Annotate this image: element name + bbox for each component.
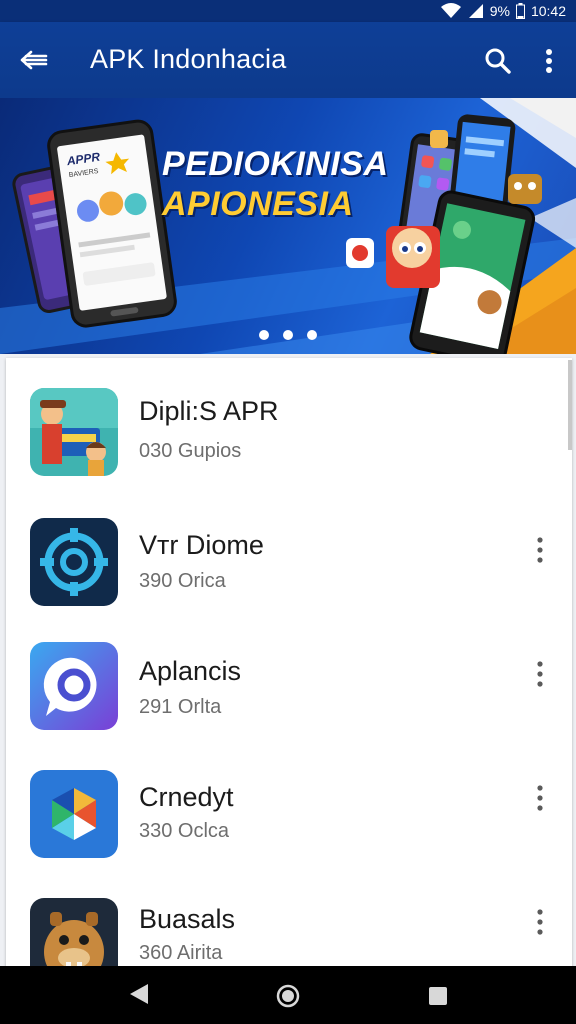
- pinwheel-icon: [30, 770, 118, 858]
- home-circle-icon[interactable]: [276, 984, 300, 1008]
- page-dot[interactable]: [307, 330, 317, 340]
- chat-bubble-icon: [30, 642, 118, 730]
- gear-target-icon: [30, 518, 118, 606]
- app-subtitle: 360 Airita: [139, 942, 223, 964]
- walrus-character-icon: [30, 898, 118, 970]
- system-nav-bar: [0, 966, 576, 1024]
- app-name: Crnedyt: [139, 782, 234, 812]
- promo-banner[interactable]: APPR BAVIERS PEDIOKINISA APIONESIA: [0, 98, 576, 354]
- banner-artwork: APPR BAVIERS: [0, 98, 576, 354]
- recents-square-icon[interactable]: [428, 986, 448, 1006]
- page-dot[interactable]: [259, 330, 269, 340]
- wifi-icon: [440, 3, 461, 18]
- signal-icon: [468, 4, 483, 18]
- app-subtitle: 291 Orlta: [139, 696, 222, 718]
- back-triangle-icon[interactable]: [128, 982, 150, 1006]
- list-item[interactable]: Vтr Diome 390 Orica: [6, 518, 572, 638]
- app-subtitle: 390 Orica: [139, 570, 226, 592]
- back-arrow-icon[interactable]: [18, 46, 48, 74]
- list-item[interactable]: Aplancis 291 Orlta: [6, 642, 572, 762]
- app-name: Dipli:S APR: [139, 396, 279, 426]
- app-subtitle: 330 Oclca: [139, 820, 230, 842]
- more-options-icon[interactable]: [532, 784, 548, 812]
- clock: 10:42: [530, 3, 566, 19]
- app-bar: APK Indonhacia: [0, 22, 576, 98]
- more-options-icon[interactable]: [532, 660, 548, 688]
- app-name: Aplancis: [139, 656, 242, 686]
- app-subtitle: 030 Gupios: [139, 440, 242, 462]
- banner-headline: PEDIOKINISA APIONESIA: [162, 144, 389, 224]
- app-title: APK Indonhacia: [90, 44, 287, 74]
- app-name: Vтr Diome: [139, 530, 264, 560]
- list-item[interactable]: Dipli:S APR 030 Gupios: [6, 388, 572, 508]
- banner-headline-line1: PEDIOKINISA: [162, 145, 389, 183]
- list-item[interactable]: Crnedyt 330 Oclca: [6, 770, 572, 890]
- carousel-page-indicator[interactable]: [259, 330, 317, 340]
- list-item[interactable]: Buasals 360 Airita: [6, 898, 572, 970]
- search-icon[interactable]: [484, 47, 512, 75]
- app-list[interactable]: Dipli:S APR 030 Gupios Vтr Diome 390 Ori…: [6, 358, 572, 970]
- battery-icon: [515, 3, 525, 19]
- page-dot[interactable]: [283, 330, 293, 340]
- more-vert-icon[interactable]: [538, 47, 560, 75]
- more-options-icon[interactable]: [532, 908, 548, 936]
- battery-percent: 9%: [489, 3, 510, 19]
- banner-headline-line2: APIONESIA: [162, 185, 354, 223]
- cartoon-kids-icon: [30, 388, 118, 476]
- app-name: Buasals: [139, 904, 236, 934]
- more-options-icon[interactable]: [532, 536, 548, 564]
- status-bar: 9% 10:42: [0, 0, 576, 22]
